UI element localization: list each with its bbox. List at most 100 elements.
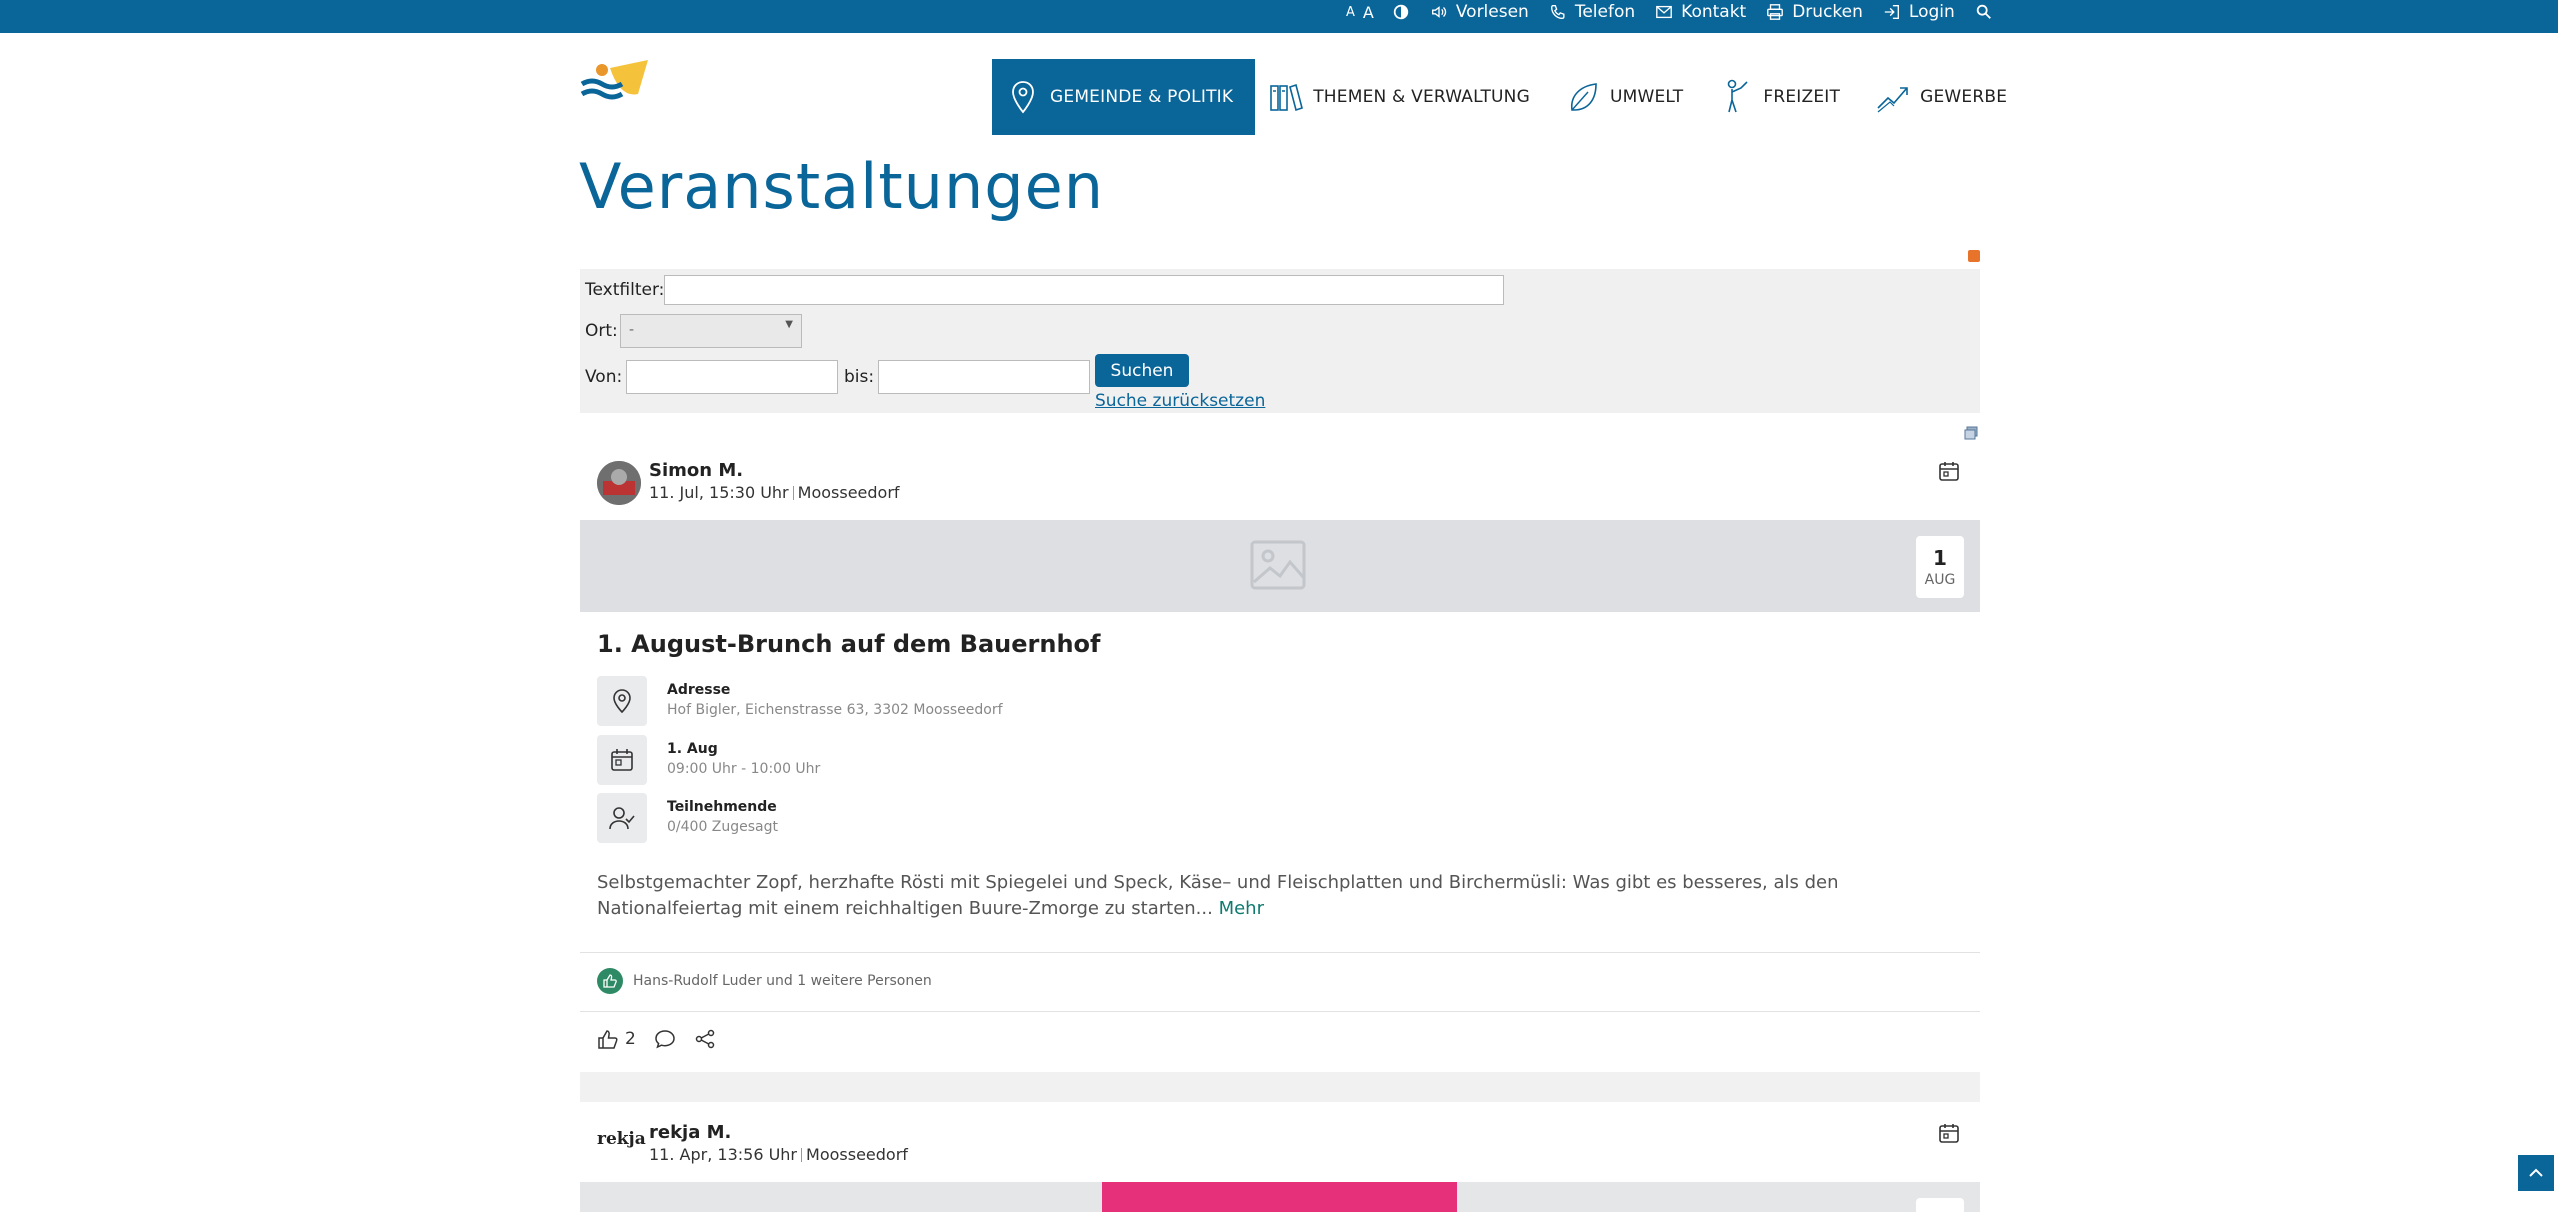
divider [580, 1011, 1980, 1012]
location-selected-value: - [629, 322, 635, 338]
address-value: Hof Bigler, Eichenstrasse 63, 3302 Mooss… [667, 702, 1003, 718]
search-button[interactable] [1975, 3, 1993, 21]
divider [580, 952, 1980, 953]
event-author[interactable]: Simon M. [649, 460, 743, 481]
to-date-label: bis: [844, 367, 875, 387]
avatar-photo [597, 461, 641, 505]
nav-item-label: THEMEN & VERWALTUNG [1313, 87, 1530, 107]
text-filter-input[interactable] [664, 275, 1504, 305]
copy-icon[interactable] [1963, 425, 1979, 441]
font-size-decrease-button[interactable]: A [1346, 5, 1355, 20]
thumbs-up-icon [598, 1030, 618, 1049]
font-size-increase-button[interactable]: A [1363, 3, 1374, 22]
participants-value: 0/400 Zugesagt [667, 819, 779, 835]
event-date-row: 1. Aug 09:00 Uhr - 10:00 Uhr [597, 735, 1197, 785]
contact-button[interactable]: Kontakt [1655, 2, 1746, 22]
event-posted-time: 11. Jul, 15:30 Uhr [649, 483, 789, 502]
main-navigation: GEMEINDE & POLITIK THEMEN & VERWALTUNG U… [992, 59, 2029, 135]
utility-bar: A A Vorlesen Telefon Kontakt Drucken Log… [0, 0, 2558, 33]
organizer-logo[interactable]: rekja [597, 1129, 646, 1149]
share-button[interactable] [694, 1028, 716, 1050]
location-label: Ort: [585, 321, 618, 341]
avatar[interactable] [597, 461, 641, 505]
address-label: Adresse [667, 682, 731, 698]
event-description: Selbstgemachter Zopf, herzhafte Rösti mi… [597, 870, 1957, 922]
text-filter-label: Textfilter: [585, 280, 665, 300]
location-pin-icon [1012, 81, 1034, 114]
info-icon-box [597, 676, 647, 726]
read-more-link[interactable]: Mehr [1219, 898, 1264, 919]
reset-search-link[interactable]: Suche zurücksetzen [1095, 391, 1265, 411]
image-placeholder-icon [1250, 540, 1306, 590]
print-label: Drucken [1792, 2, 1863, 22]
event-posted-time: 11. Apr, 13:56 Uhr [649, 1145, 798, 1164]
location-pin-icon [613, 689, 631, 714]
event-title[interactable]: 1. August-Brunch auf dem Bauernhof [597, 630, 1100, 658]
event-actions: 2 [597, 1028, 716, 1050]
event-time-value: 09:00 Uhr - 10:00 Uhr [667, 761, 821, 777]
event-date-badge [1916, 1198, 1964, 1218]
login-icon [1884, 5, 1899, 19]
printer-icon [1767, 4, 1784, 20]
from-date-input[interactable] [626, 360, 838, 394]
rss-feed-icon[interactable] [1968, 250, 1980, 262]
phone-button[interactable]: Telefon [1549, 2, 1635, 22]
phone-icon [1550, 5, 1565, 19]
from-date-label: Von: [585, 367, 623, 387]
nav-item-umwelt[interactable]: UMWELT [1552, 59, 1705, 135]
scroll-to-top-button[interactable] [2518, 1155, 2554, 1191]
info-icon-box [597, 793, 647, 843]
speaker-icon [1431, 6, 1447, 18]
contrast-icon [1393, 4, 1409, 20]
add-to-calendar-icon[interactable] [1938, 1122, 1960, 1144]
event-place: Moosseedorf [797, 483, 900, 502]
login-label: Login [1908, 2, 1955, 22]
nav-item-gemeinde-politik[interactable]: GEMEINDE & POLITIK [992, 59, 1256, 135]
add-to-calendar-icon[interactable] [1938, 460, 1960, 482]
nav-item-label: GEMEINDE & POLITIK [1050, 87, 1234, 107]
event-feed: Simon M. 11. Jul, 15:30 Uhr Moosseedorf 1… [580, 440, 1980, 1218]
nav-item-label: FREIZEIT [1763, 87, 1841, 107]
likers-summary: Hans-Rudolf Luder und 1 weitere Personen [597, 968, 932, 994]
comment-button[interactable] [654, 1028, 676, 1050]
read-aloud-label: Vorlesen [1455, 2, 1529, 22]
nav-item-label: UMWELT [1609, 87, 1684, 107]
to-date-input[interactable] [878, 360, 1090, 394]
chevron-up-icon [2529, 1168, 2543, 1177]
event-card: rekja rekja M. 11. Apr, 13:56 Uhr Moossee… [580, 1102, 1980, 1218]
page-title: Veranstaltungen [579, 150, 1105, 223]
nav-item-themen-verwaltung[interactable]: THEMEN & VERWALTUNG [1255, 59, 1552, 135]
participants-label: Teilnehmende [667, 799, 777, 815]
person-icon [1728, 79, 1748, 113]
thumbs-up-badge-icon [597, 968, 623, 994]
dropdown-caret-icon: ▼ [785, 319, 793, 330]
user-check-icon [609, 807, 635, 830]
phone-label: Telefon [1574, 2, 1636, 22]
nav-item-gewerbe[interactable]: GEWERBE [1862, 59, 2029, 135]
event-meta: 11. Apr, 13:56 Uhr Moosseedorf [649, 1145, 908, 1164]
municipality-logo[interactable] [580, 58, 650, 108]
event-date-label: 1. Aug [667, 741, 718, 757]
nav-item-freizeit[interactable]: FREIZEIT [1705, 59, 1862, 135]
search-icon [1976, 4, 1991, 19]
utility-tools: A A Vorlesen Telefon Kontakt Drucken Log… [1346, 0, 2013, 24]
login-button[interactable]: Login [1883, 2, 1955, 22]
event-date-month: AUG [1924, 572, 1956, 588]
event-meta: 11. Jul, 15:30 Uhr Moosseedorf [649, 483, 900, 502]
event-image-placeholder: 1 AUG [580, 520, 1980, 612]
info-icon-box [597, 735, 647, 785]
location-select[interactable]: - ▼ [620, 314, 802, 348]
event-card: Simon M. 11. Jul, 15:30 Uhr Moosseedorf 1… [580, 440, 1980, 1072]
event-author[interactable]: rekja M. [649, 1122, 731, 1143]
event-card-header: Simon M. 11. Jul, 15:30 Uhr Moosseedorf [580, 440, 1980, 520]
like-button[interactable]: 2 [597, 1028, 636, 1050]
likers-text[interactable]: Hans-Rudolf Luder und 1 weitere Personen [633, 973, 932, 989]
contrast-button[interactable] [1392, 3, 1410, 21]
print-button[interactable]: Drucken [1766, 2, 1863, 22]
read-aloud-button[interactable]: Vorlesen [1430, 2, 1529, 22]
like-count: 2 [625, 1029, 636, 1049]
event-address-row: Adresse Hof Bigler, Eichenstrasse 63, 33… [597, 676, 1197, 726]
share-icon [695, 1029, 715, 1049]
contact-label: Kontakt [1681, 2, 1747, 22]
search-submit-button[interactable]: Suchen [1095, 354, 1189, 387]
